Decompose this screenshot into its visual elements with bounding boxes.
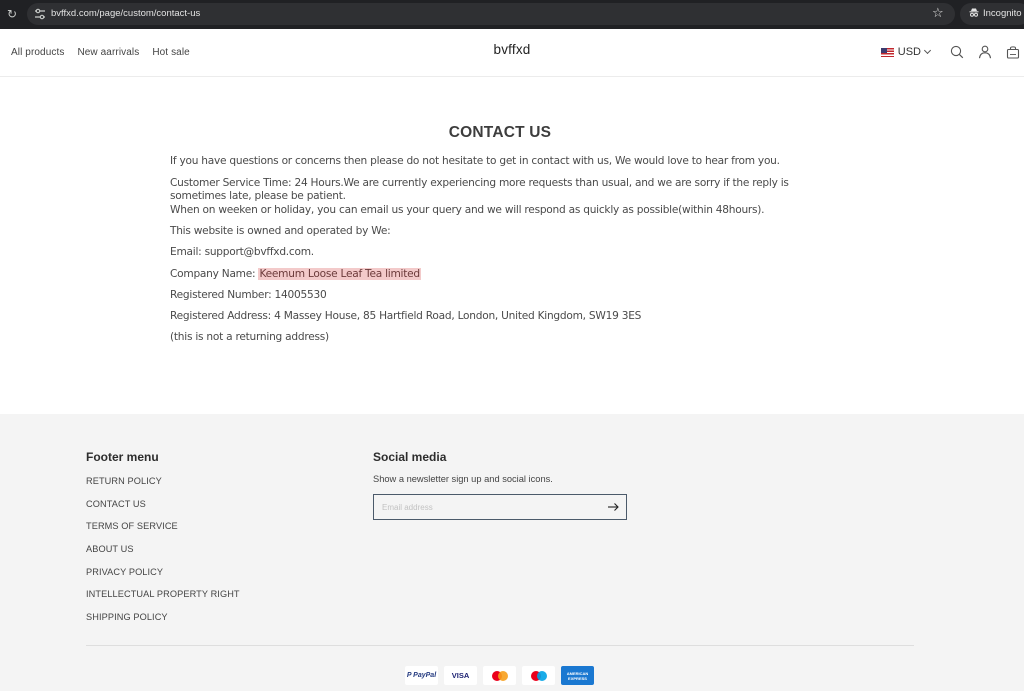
- service-time-text: Customer Service Time: 24 Hours.We are c…: [170, 177, 830, 218]
- footer-menu: Footer menu RETURN POLICY CONTACT US TER…: [86, 450, 240, 634]
- intro-text: If you have questions or concerns then p…: [170, 155, 780, 167]
- search-icon[interactable]: [950, 45, 964, 59]
- header-actions: USD: [880, 29, 1024, 75]
- footer-link-terms-of-service[interactable]: TERMS OF SERVICE: [86, 520, 240, 543]
- currency-label: USD: [897, 46, 921, 58]
- address-note: (this is not a returning address): [170, 330, 329, 343]
- currency-selector[interactable]: USD: [880, 46, 932, 58]
- company-name-highlighted: Keemum Loose Leaf Tea limited: [258, 267, 421, 280]
- chevron-down-icon: [923, 46, 932, 55]
- site-settings-icon[interactable]: [33, 7, 47, 21]
- footer-link-return-policy[interactable]: RETURN POLICY: [86, 475, 240, 498]
- browser-toolbar: ↻ bvffxd.com/page/custom/contact-us ☆ In…: [0, 0, 1024, 29]
- company-name-line: Company Name: Keemum Loose Leaf Tea limi…: [170, 267, 830, 282]
- footer-menu-title: Footer menu: [86, 450, 159, 464]
- reload-icon[interactable]: ↻: [5, 7, 19, 21]
- url-text[interactable]: bvffxd.com/page/custom/contact-us: [51, 3, 200, 25]
- payment-methods: P PayPal VISA AMERICAN EXPRESS: [405, 666, 594, 685]
- social-media-description: Show a newsletter sign up and social ico…: [373, 474, 553, 484]
- contact-content: CONTACT US If you have questions or conc…: [170, 124, 830, 352]
- mastercard-icon: [483, 666, 516, 685]
- newsletter-form: [373, 494, 627, 520]
- footer-link-intellectual-property[interactable]: INTELLECTUAL PROPERTY RIGHT: [86, 588, 240, 611]
- registered-number: Registered Number: 14005530: [170, 288, 327, 301]
- page-title: CONTACT US: [448, 124, 552, 141]
- incognito-label: Incognito: [983, 8, 1022, 19]
- visa-icon: VISA: [444, 666, 477, 685]
- contact-email: Email: support@bvffxd.com.: [170, 246, 314, 259]
- amex-icon: AMERICAN EXPRESS: [561, 666, 594, 685]
- footer-link-privacy-policy[interactable]: PRIVACY POLICY: [86, 566, 240, 589]
- paypal-icon: P PayPal: [405, 666, 438, 685]
- incognito-badge[interactable]: Incognito: [960, 3, 1024, 25]
- site-logo[interactable]: bvffxd: [0, 42, 1024, 57]
- us-flag-icon: [880, 47, 894, 57]
- arrow-right-icon[interactable]: [607, 501, 619, 513]
- footer-link-shipping-policy[interactable]: SHIPPING POLICY: [86, 611, 240, 634]
- account-icon[interactable]: [978, 45, 992, 59]
- registered-address: Registered Address: 4 Massey House, 85 H…: [170, 309, 642, 322]
- address-bar[interactable]: bvffxd.com/page/custom/contact-us ☆: [27, 3, 955, 25]
- social-media-section: Social media Show a newsletter sign up a…: [373, 450, 627, 520]
- social-media-title: Social media: [373, 450, 447, 464]
- bookmark-star-icon[interactable]: ☆: [932, 5, 944, 23]
- site-header: All products New aarrivals Hot sale bvff…: [0, 29, 1024, 77]
- footer-link-contact-us[interactable]: CONTACT US: [86, 498, 240, 521]
- owner-heading: This website is owned and operated by We…: [170, 225, 391, 238]
- maestro-icon: [522, 666, 555, 685]
- incognito-icon: [969, 8, 979, 17]
- footer-link-about-us[interactable]: ABOUT US: [86, 543, 240, 566]
- footer-divider: [86, 645, 914, 646]
- newsletter-email-input[interactable]: [374, 495, 594, 520]
- site-footer: Footer menu RETURN POLICY CONTACT US TER…: [0, 414, 1024, 691]
- service-hours: Customer Service Time: 24 Hours.We are c…: [170, 176, 789, 203]
- holiday-note: When on weeken or holiday, you can email…: [170, 203, 765, 216]
- cart-icon[interactable]: [1006, 45, 1020, 59]
- company-name-label: Company Name:: [170, 267, 259, 280]
